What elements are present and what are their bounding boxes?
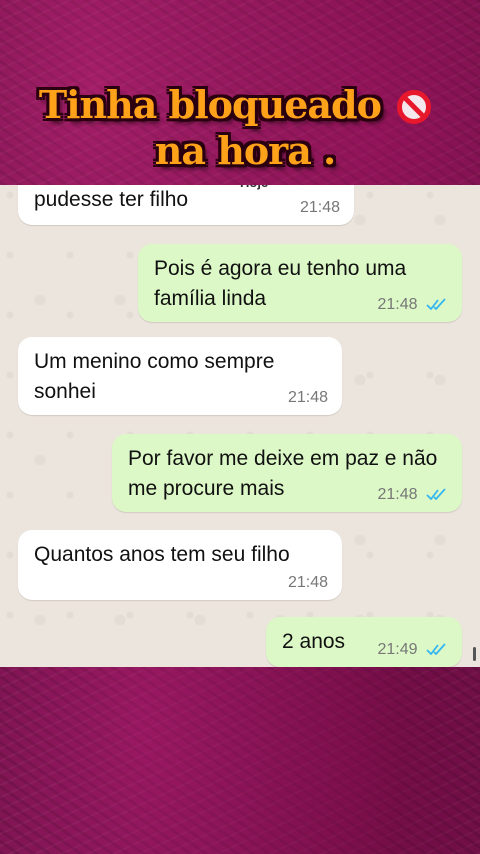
message-time: 21:48 bbox=[377, 486, 418, 503]
message-incoming[interactable]: pudesse ter filho Hoje 21:48 bbox=[18, 185, 354, 225]
message-time: 21:48 bbox=[287, 574, 328, 591]
prohibited-icon bbox=[397, 90, 432, 124]
double-check-icon bbox=[426, 488, 446, 500]
message-time-row: 21:49 bbox=[378, 641, 449, 659]
caption-overlay: Tinha bloqueado na hora . bbox=[0, 82, 480, 174]
message-time: 21:48 bbox=[299, 199, 340, 216]
message-text: Quantos anos tem seu filho bbox=[34, 543, 290, 566]
message-time: 21:48 bbox=[377, 296, 418, 313]
double-check-icon bbox=[426, 643, 446, 655]
chat-screenshot: pudesse ter filho Hoje 21:48 Pois é agor… bbox=[0, 185, 480, 667]
caption-line-1: Tinha bloqueado bbox=[0, 82, 480, 128]
message-incoming[interactable]: Um menino como sempre sonhei 21:48 bbox=[18, 337, 342, 415]
message-time: 21:48 bbox=[287, 389, 328, 406]
message-text: Um menino como sempre sonhei bbox=[34, 350, 275, 403]
message-outgoing[interactable]: Por favor me deixe em paz e não me procu… bbox=[112, 434, 462, 512]
message-text: 2 anos bbox=[282, 630, 346, 653]
caption-line-2: na hora . bbox=[154, 128, 337, 173]
message-time-row: 21:48 bbox=[378, 486, 449, 504]
message-text: pudesse ter filho bbox=[34, 188, 189, 211]
message-outgoing[interactable]: Pois é agora eu tenho uma família linda … bbox=[138, 244, 462, 322]
date-label: Hoje bbox=[240, 185, 268, 198]
message-time-row: 21:48 bbox=[378, 296, 449, 314]
message-outgoing[interactable]: 2 anos 21:49 bbox=[266, 617, 462, 667]
scrollbar-thumb[interactable] bbox=[473, 647, 476, 661]
message-incoming[interactable]: Quantos anos tem seu filho 21:48 bbox=[18, 530, 342, 600]
double-check-icon bbox=[426, 298, 446, 310]
message-time: 21:49 bbox=[377, 641, 418, 658]
